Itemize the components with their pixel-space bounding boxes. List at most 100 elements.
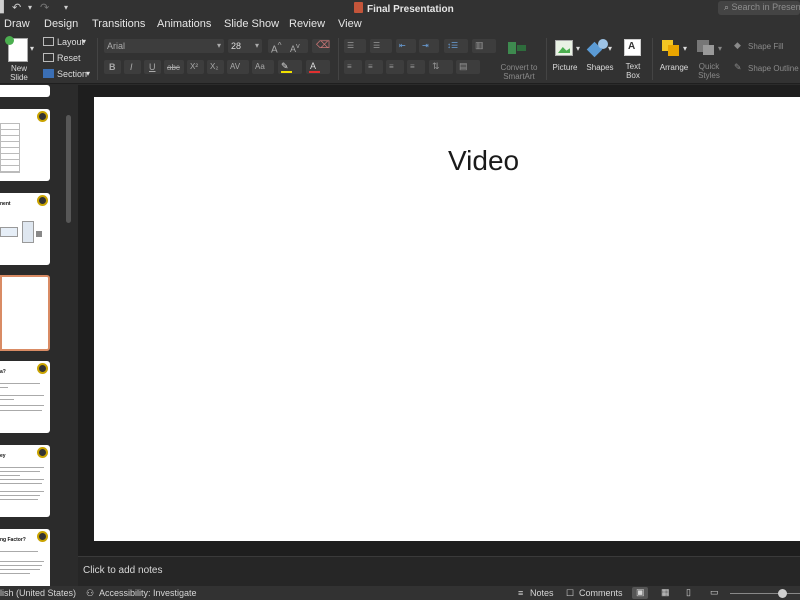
zoom-slider-handle[interactable] bbox=[778, 589, 787, 598]
slide-thumbnail[interactable] bbox=[0, 85, 50, 97]
tab-slide-show[interactable]: Slide Show bbox=[224, 18, 279, 30]
slide-thumbnail[interactable] bbox=[0, 109, 50, 181]
logo-badge-icon bbox=[37, 195, 48, 206]
search-input[interactable]: ⌕ Search in Presentation bbox=[718, 1, 800, 15]
normal-view-button[interactable]: ▣ bbox=[632, 587, 648, 599]
font-size-select[interactable]: 28 ▾ bbox=[228, 39, 262, 53]
arrange-button[interactable]: Arrange bbox=[656, 63, 692, 72]
slide-canvas[interactable] bbox=[94, 97, 800, 541]
ribbon-separator bbox=[97, 38, 98, 80]
section-button[interactable]: Section bbox=[57, 69, 87, 79]
thumbnail-scrollbar[interactable] bbox=[66, 115, 71, 223]
strikethrough-button[interactable]: abc bbox=[164, 60, 184, 74]
picture-dropdown-icon[interactable]: ▾ bbox=[576, 44, 580, 53]
notes-icon: ≡ bbox=[518, 588, 524, 598]
columns-button[interactable]: ▥ bbox=[472, 39, 496, 53]
bullets-button[interactable]: ☰ bbox=[344, 39, 366, 53]
tab-animations[interactable]: Animations bbox=[157, 18, 211, 30]
text-line bbox=[0, 569, 40, 570]
chevron-down-icon: ▾ bbox=[216, 41, 221, 50]
tab-draw[interactable]: Draw bbox=[4, 18, 30, 30]
character-spacing-button[interactable]: AV bbox=[227, 60, 249, 74]
undo-icon[interactable]: ↶ bbox=[12, 1, 21, 14]
convert-smartart-button[interactable]: Convert to SmartArt bbox=[496, 63, 542, 81]
comments-toggle-button[interactable]: Comments bbox=[579, 588, 623, 598]
decrease-indent-icon: ⇤ bbox=[399, 41, 406, 50]
section-dropdown-icon[interactable]: ▾ bbox=[86, 69, 90, 78]
shape-fill-button[interactable]: Shape Fill bbox=[748, 42, 784, 51]
tab-review[interactable]: Review bbox=[289, 18, 325, 30]
tab-design[interactable]: Design bbox=[44, 18, 78, 30]
highlight-color-button[interactable]: ✎ bbox=[278, 60, 302, 74]
smartart-icon[interactable] bbox=[508, 40, 526, 56]
search-icon: ⌕ bbox=[724, 2, 732, 12]
increase-indent-button[interactable]: ⇥ bbox=[419, 39, 439, 53]
text-box-button[interactable]: Text Box bbox=[619, 62, 647, 80]
superscript-button[interactable]: X² bbox=[187, 60, 204, 74]
layout-button[interactable]: Layout bbox=[57, 37, 84, 47]
thumbnail-title: ey bbox=[0, 453, 6, 459]
character-spacing-label: AV bbox=[230, 62, 241, 71]
justify-icon: ≡ bbox=[410, 62, 415, 71]
logo-badge-icon bbox=[37, 531, 48, 542]
slide-thumbnail-selected[interactable] bbox=[0, 275, 50, 351]
underline-button[interactable]: U bbox=[144, 60, 161, 74]
new-slide-button[interactable]: New Slide bbox=[4, 64, 34, 82]
font-name-select[interactable]: Arial ▾ bbox=[104, 39, 224, 53]
shapes-dropdown-icon[interactable]: ▾ bbox=[608, 44, 612, 53]
accessibility-status[interactable]: Accessibility: Investigate bbox=[99, 588, 197, 598]
slide-thumbnail[interactable]: ng Factor? bbox=[0, 529, 50, 586]
undo-dropdown-icon[interactable]: ▾ bbox=[28, 3, 32, 12]
logo-badge-icon bbox=[37, 363, 48, 374]
change-case-button[interactable]: Aa bbox=[252, 60, 274, 74]
decrease-indent-button[interactable]: ⇤ bbox=[396, 39, 416, 53]
numbering-button[interactable]: ☰ bbox=[370, 39, 392, 53]
shape-outline-button[interactable]: Shape Outline bbox=[748, 64, 799, 73]
notes-toggle-button[interactable]: Notes bbox=[530, 588, 554, 598]
grow-font-icon[interactable]: A^ bbox=[271, 40, 282, 55]
text-line bbox=[0, 475, 20, 476]
slide-show-view-button[interactable]: ▭ bbox=[706, 587, 722, 599]
line-spacing-button[interactable]: ↕☰ bbox=[444, 39, 468, 53]
reading-view-button[interactable]: ▯ bbox=[682, 587, 698, 599]
align-text-button[interactable]: ▤ bbox=[456, 60, 480, 74]
slide-thumbnail[interactable]: nent bbox=[0, 193, 50, 265]
reset-button[interactable]: Reset bbox=[57, 53, 81, 63]
strikethrough-label: abc bbox=[167, 63, 180, 72]
shrink-font-icon[interactable]: Av bbox=[290, 41, 300, 54]
language-status[interactable]: lish (United States) bbox=[0, 588, 76, 598]
italic-button[interactable]: I bbox=[124, 60, 141, 74]
align-right-button[interactable]: ≡ bbox=[386, 60, 404, 74]
notes-pane[interactable]: Click to add notes bbox=[78, 556, 800, 586]
zoom-slider-track[interactable] bbox=[730, 593, 800, 594]
justify-button[interactable]: ≡ bbox=[407, 60, 425, 74]
reset-icon bbox=[43, 53, 54, 62]
quick-styles-dropdown-icon[interactable]: ▾ bbox=[718, 44, 722, 53]
subscript-button[interactable]: X₂ bbox=[207, 60, 224, 74]
text-line bbox=[0, 479, 44, 480]
slide-thumbnail[interactable]: a? bbox=[0, 361, 50, 433]
arrange-dropdown-icon[interactable]: ▾ bbox=[683, 44, 687, 53]
save-icon[interactable]: ▌ bbox=[0, 1, 8, 13]
layout-dropdown-icon[interactable]: ▾ bbox=[82, 37, 86, 46]
new-slide-dropdown-icon[interactable]: ▾ bbox=[30, 44, 34, 53]
redo-icon[interactable]: ↷ bbox=[40, 1, 49, 14]
text-line bbox=[0, 483, 42, 484]
text-direction-button[interactable]: ⇅ bbox=[429, 60, 453, 74]
align-left-button[interactable]: ≡ bbox=[344, 60, 362, 74]
new-slide-icon[interactable] bbox=[5, 36, 28, 62]
clear-formatting-button[interactable]: ⌫ bbox=[312, 39, 330, 53]
font-color-button[interactable]: A bbox=[306, 60, 330, 74]
slide-title[interactable]: Video bbox=[448, 145, 519, 177]
bold-button[interactable]: B bbox=[104, 60, 121, 74]
shapes-button[interactable]: Shapes bbox=[584, 63, 616, 72]
customize-toolbar-icon[interactable]: ▾ bbox=[64, 3, 68, 12]
align-center-button[interactable]: ≡ bbox=[365, 60, 383, 74]
tab-transitions[interactable]: Transitions bbox=[92, 18, 145, 30]
logo-badge-icon bbox=[37, 111, 48, 122]
quick-styles-button[interactable]: Quick Styles bbox=[694, 62, 724, 80]
slide-sorter-view-button[interactable]: ▦ bbox=[657, 587, 673, 599]
slide-thumbnail[interactable]: ey bbox=[0, 445, 50, 517]
tab-view[interactable]: View bbox=[338, 18, 362, 30]
picture-button[interactable]: Picture bbox=[550, 63, 580, 72]
